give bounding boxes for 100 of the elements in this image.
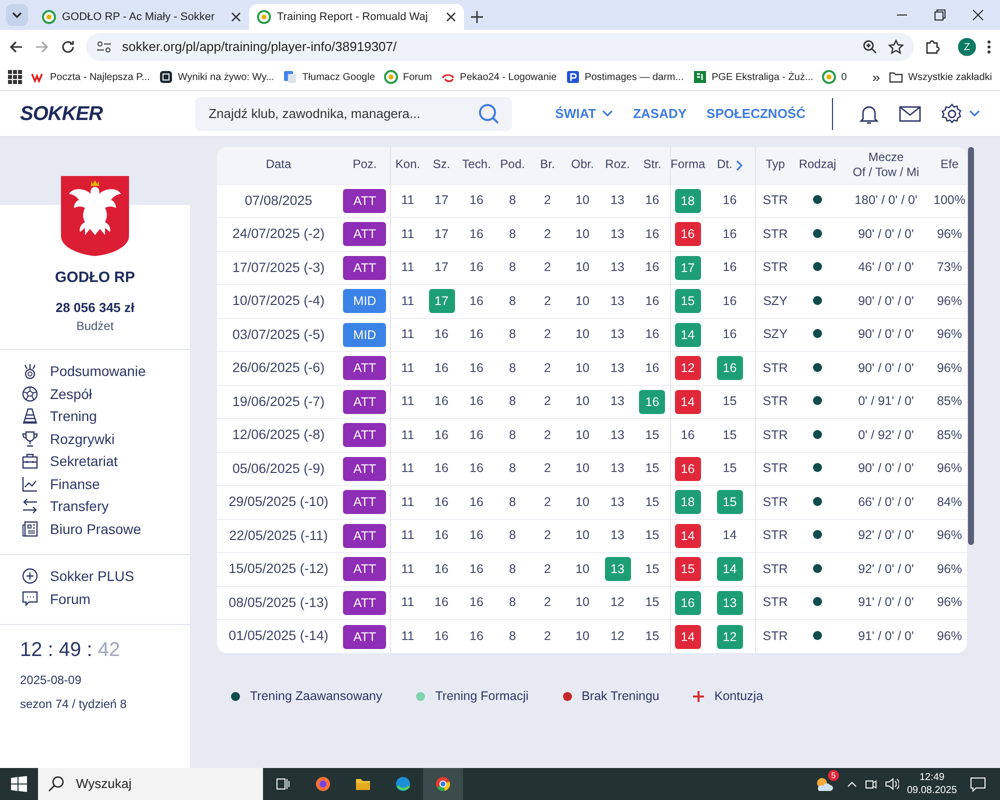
table-cell: 2 bbox=[544, 360, 551, 375]
browser-tab[interactable]: GODŁO RP - Ac Miały - Sokker bbox=[34, 4, 249, 30]
table-cell: 11 bbox=[401, 260, 414, 274]
table-cell: 16 bbox=[645, 260, 660, 274]
bookmark[interactable]: Forum bbox=[384, 70, 432, 84]
more-menu-icon[interactable] bbox=[986, 39, 992, 55]
bookmark[interactable]: Postimages — darm... bbox=[566, 70, 684, 84]
site-logo[interactable]: SOKKER bbox=[20, 98, 103, 128]
chat-bubble-icon bbox=[22, 590, 38, 607]
close-icon[interactable] bbox=[972, 9, 984, 21]
search-bar[interactable]: Znajdź klub, zawodnika, managera... bbox=[194, 96, 512, 130]
table-cell: 2 bbox=[544, 595, 551, 610]
browser-tab[interactable]: Training Report - Romuald Waj bbox=[249, 4, 464, 30]
back-arrow-icon[interactable] bbox=[8, 39, 24, 55]
table-cell: 11 bbox=[401, 428, 414, 442]
table-cell: 16 bbox=[470, 494, 484, 509]
close-icon[interactable] bbox=[446, 12, 456, 22]
position-tag: ATT bbox=[343, 590, 386, 615]
apps-grid-icon[interactable] bbox=[8, 70, 22, 84]
taskbar-date[interactable]: 09.08.2025 bbox=[906, 784, 957, 797]
chevron-right-icon[interactable] bbox=[736, 160, 743, 171]
table-cell: 84% bbox=[936, 494, 962, 509]
table-cell: 8 bbox=[509, 461, 516, 476]
notifications-icon[interactable] bbox=[970, 776, 986, 792]
column-header[interactable]: Typ bbox=[766, 157, 785, 172]
table-cell: 0' / 92' / 0' bbox=[858, 428, 914, 442]
bookmark[interactable]: Pekao24 - Logowanie bbox=[440, 70, 557, 84]
skill-change-tag: 17 bbox=[674, 256, 701, 280]
bookmark-folder[interactable]: Wszystkie zakładki bbox=[889, 70, 992, 84]
chevron-up-icon[interactable] bbox=[846, 781, 857, 787]
position-tag: ATT bbox=[343, 188, 386, 213]
bookmark[interactable]: 0 bbox=[822, 70, 847, 84]
bookmark[interactable]: PGE Ekstraliga - Żuż... bbox=[692, 70, 814, 84]
column-header[interactable]: Data bbox=[266, 157, 292, 172]
table-cell: 8 bbox=[509, 528, 516, 542]
date-cell: 01/05/2025 (-14) bbox=[228, 628, 328, 644]
table-cell: 13 bbox=[610, 428, 624, 442]
position-tag: ATT bbox=[343, 490, 386, 514]
date-cell: 07/08/2025 bbox=[244, 192, 312, 208]
zoom-icon[interactable] bbox=[862, 39, 878, 55]
sidebar-menu-item[interactable]: Finanse bbox=[0, 472, 190, 495]
sidebar-menu-item[interactable]: Zespół bbox=[0, 382, 190, 405]
sidebar-menu-item[interactable]: Transfery bbox=[0, 495, 190, 518]
column-header[interactable]: Dt. bbox=[716, 157, 732, 174]
speaker-icon[interactable] bbox=[884, 778, 899, 790]
search-field[interactable]: Znajdź klub, zawodnika, managera... bbox=[206, 102, 470, 124]
table-cell: 16 bbox=[470, 294, 484, 308]
table-cell: 91' / 0' / 0' bbox=[858, 629, 914, 644]
more-bookmarks-button[interactable]: » bbox=[872, 66, 880, 88]
site-settings-icon[interactable] bbox=[96, 40, 112, 54]
sidebar-menu-item[interactable]: Rozgrywki bbox=[0, 428, 190, 450]
column-header[interactable]: Mecze bbox=[868, 150, 904, 166]
edge-icon bbox=[395, 776, 411, 792]
scrollbar-thumb[interactable] bbox=[968, 147, 974, 545]
table-cell: 11 bbox=[401, 562, 414, 576]
nav-link[interactable]: ŚWIAT bbox=[555, 104, 614, 124]
table-cell: 16 bbox=[434, 394, 448, 408]
bookmark[interactable]: Wyniki na żywo: Wy... bbox=[158, 70, 274, 84]
star-icon[interactable] bbox=[888, 39, 904, 55]
mail-icon[interactable] bbox=[898, 106, 920, 122]
club-name[interactable]: GODŁO RP bbox=[0, 267, 190, 290]
skill-change-tag: 14 bbox=[674, 322, 701, 347]
season-text: sezon 74 / tydzień 8 bbox=[19, 696, 128, 713]
skill-change-tag: 16 bbox=[716, 356, 743, 380]
reload-icon[interactable] bbox=[60, 39, 76, 55]
profile-avatar[interactable]: Z bbox=[958, 38, 976, 56]
restore-icon[interactable] bbox=[934, 9, 946, 21]
table-cell: STR bbox=[762, 494, 788, 509]
column-header[interactable]: Of / Tow / Mi bbox=[852, 165, 920, 181]
nav-link[interactable]: ZASADY bbox=[633, 104, 687, 124]
sidebar-menu-item[interactable]: Sekretariat bbox=[0, 450, 190, 472]
puzzle-icon[interactable] bbox=[924, 39, 940, 55]
taskbar-search-input[interactable]: Wyszukaj bbox=[74, 773, 224, 795]
search-icon[interactable] bbox=[478, 102, 500, 124]
sidebar-menu-item[interactable]: Trening bbox=[0, 405, 190, 428]
table-cell: 8 bbox=[509, 327, 516, 342]
column-header[interactable]: Br. bbox=[540, 157, 555, 172]
newspaper-icon bbox=[22, 520, 38, 537]
taskbar-app[interactable] bbox=[423, 768, 463, 800]
settings-icon[interactable] bbox=[940, 102, 962, 124]
close-icon[interactable] bbox=[231, 12, 241, 22]
table-cell: 2 bbox=[544, 629, 551, 644]
meet-icon[interactable] bbox=[864, 778, 877, 790]
sidebar-menu-item[interactable]: Forum bbox=[0, 588, 190, 610]
sidebar-menu-item[interactable]: Podsumowanie bbox=[0, 360, 190, 382]
taskbar-time[interactable]: 12:49 bbox=[919, 771, 944, 784]
taskbar-search-field[interactable]: Wyszukaj bbox=[38, 768, 263, 800]
sidebar-menu-item[interactable]: Sokker PLUS bbox=[0, 565, 190, 588]
date-cell: 08/05/2025 (-13) bbox=[228, 594, 328, 610]
nav-link[interactable]: SPOŁECZNOŚĆ bbox=[706, 104, 806, 124]
chevron-down-icon[interactable] bbox=[6, 4, 28, 26]
position-tag: ATT bbox=[343, 222, 386, 246]
column-header[interactable]: Poz. bbox=[352, 157, 377, 172]
table-cell: 2 bbox=[544, 528, 551, 542]
sidebar-menu-item[interactable]: Biuro Prasowe bbox=[0, 518, 190, 540]
bookmark[interactable]: Tłumacz Google bbox=[283, 70, 376, 84]
table-cell: 16 bbox=[470, 629, 484, 644]
bookmark[interactable]: Poczta - Najlepsza P... bbox=[31, 70, 150, 84]
table-cell: 2 bbox=[544, 428, 551, 442]
table-cell: 16 bbox=[722, 327, 737, 342]
